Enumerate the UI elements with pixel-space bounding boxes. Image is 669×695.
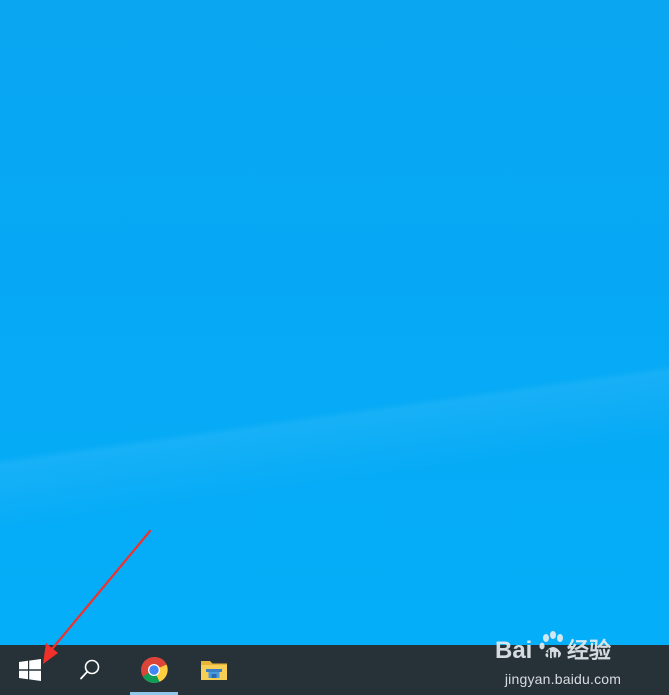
- desktop[interactable]: [0, 0, 669, 645]
- taskbar-chrome-button[interactable]: [128, 645, 180, 695]
- chrome-icon: [141, 656, 168, 684]
- windows-logo-icon: [19, 659, 41, 681]
- wallpaper-sheen: [0, 0, 669, 645]
- taskbar-file-explorer-button[interactable]: [188, 645, 240, 695]
- magnifier-icon: [80, 659, 100, 680]
- folder-icon: [201, 661, 227, 680]
- start-button[interactable]: [0, 645, 60, 695]
- taskbar: [0, 645, 669, 695]
- screen: Bai du 经验 jingyan.baidu.com: [0, 0, 669, 695]
- search-button[interactable]: [60, 645, 120, 695]
